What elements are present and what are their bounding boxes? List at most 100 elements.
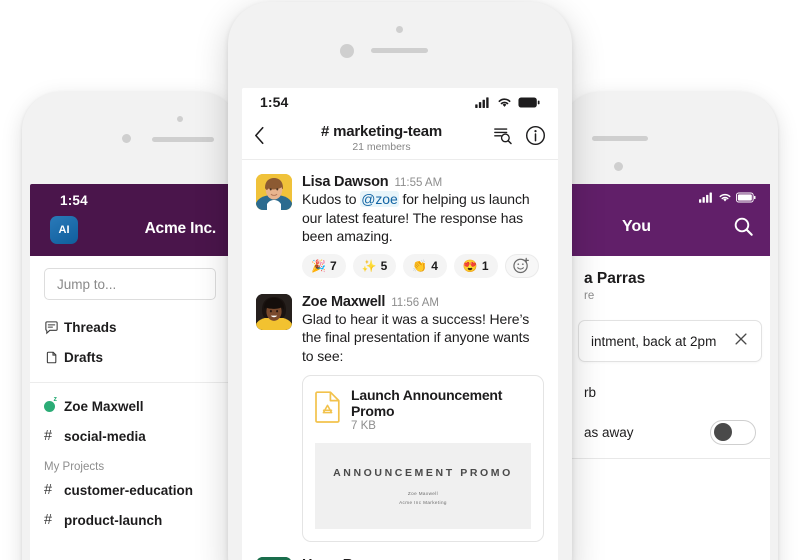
reaction-emoji: 🎉 xyxy=(311,258,326,273)
status-field[interactable]: intment, back at 2pm xyxy=(578,320,762,362)
file-header: Launch Announcement Promo 7 KB xyxy=(315,387,531,432)
message-author[interactable]: Harry Boone xyxy=(302,557,387,560)
earpiece-speaker xyxy=(371,48,428,53)
reaction-chip[interactable]: 🎉 7 xyxy=(302,253,346,278)
battery-icon xyxy=(736,192,756,203)
sidebar-item-label: product-launch xyxy=(64,512,163,528)
left-status-time: 1:54 xyxy=(60,193,88,208)
sidebar-item-social-media[interactable]: # social-media xyxy=(30,421,230,451)
add-reaction-icon[interactable] xyxy=(504,253,539,278)
center-phone-screen: 1:54 # marketing-team 21 members Lisa Da… xyxy=(242,88,558,560)
search-icon[interactable] xyxy=(733,216,754,242)
channel-member-count: 21 members xyxy=(352,140,411,153)
earpiece-speaker xyxy=(152,137,214,142)
avatar[interactable] xyxy=(256,293,292,330)
avatar[interactable] xyxy=(256,556,292,560)
wifi-icon xyxy=(498,97,511,107)
status-text: intment, back at 2pm xyxy=(591,333,717,349)
message-text-before: Kudos to xyxy=(302,191,361,207)
message-item: Lisa Dawson 11:55 AM Kudos to @zoe for h… xyxy=(242,170,558,280)
sidebar-item-drafts[interactable]: Drafts xyxy=(30,342,230,372)
message-text: Glad to hear it was a success! Here’s th… xyxy=(302,310,530,365)
wifi-icon xyxy=(719,193,731,202)
you-row-away-toggle[interactable]: as away xyxy=(570,412,770,452)
threads-icon xyxy=(44,320,64,335)
channel-actions xyxy=(487,125,546,151)
file-preview[interactable]: ANNOUNCEMENT PROMO Zoe Maxwell Acme Inc … xyxy=(315,442,531,529)
left-phone-screen: 1:54 AI Acme Inc. Jump to... Threads Dra… xyxy=(30,184,230,560)
file-meta: Launch Announcement Promo 7 KB xyxy=(351,387,531,432)
preview-org: Acme Inc Marketing xyxy=(399,499,447,505)
message-author[interactable]: Zoe Maxwell xyxy=(302,294,385,310)
workspace-name[interactable]: Acme Inc. xyxy=(145,220,217,238)
message-author[interactable]: Lisa Dawson xyxy=(302,174,389,190)
reaction-chip[interactable]: 👏 4 xyxy=(403,253,447,278)
sidebar-item-zoe-maxwell[interactable]: Zoe Maxwell xyxy=(30,391,230,421)
hash-icon: # xyxy=(44,482,53,498)
sidebar-group-header[interactable]: My Projects xyxy=(30,451,230,475)
you-row-label: rb xyxy=(584,384,597,400)
earpiece-speaker xyxy=(592,136,648,141)
sidebar-item-label: social-media xyxy=(64,428,146,444)
battery-icon xyxy=(518,96,540,108)
right-status-icons xyxy=(699,192,756,203)
search-input[interactable]: Jump to... xyxy=(44,268,216,300)
message-body: Harry Boone 12:32 PM Excited to talk nex… xyxy=(302,557,544,560)
sidebar-item-customer-education[interactable]: # customer-education xyxy=(30,475,230,505)
avatar[interactable] xyxy=(256,174,292,210)
user-mention[interactable]: @zoe xyxy=(360,191,399,207)
slides-file-icon xyxy=(315,391,341,428)
message-list: Lisa Dawson 11:55 AM Kudos to @zoe for h… xyxy=(242,160,558,560)
message-body: Zoe Maxwell 11:56 AM Glad to hear it was… xyxy=(302,294,544,542)
screenshot-stage: 1:54 AI Acme Inc. Jump to... Threads Dra… xyxy=(0,0,800,560)
message-item: Zoe Maxwell 11:56 AM Glad to hear it was… xyxy=(242,290,558,544)
you-row-label: as away xyxy=(584,424,634,440)
presence-away-icon xyxy=(44,396,64,412)
reaction-count: 4 xyxy=(431,258,438,273)
message-header: Zoe Maxwell 11:56 AM xyxy=(302,294,544,310)
channel-name: # marketing-team xyxy=(320,122,442,140)
message-body: Lisa Dawson 11:55 AM Kudos to @zoe for h… xyxy=(302,174,544,278)
sidebar-item-label: Drafts xyxy=(64,349,104,365)
sidebar-item-threads[interactable]: Threads xyxy=(30,312,230,342)
sidebar-header: 1:54 AI Acme Inc. xyxy=(30,184,230,256)
channel-title-block[interactable]: # marketing-team 21 members xyxy=(276,123,487,153)
profile-name: a Parras xyxy=(584,270,646,287)
sidebar-item-label: Threads xyxy=(64,319,117,335)
proximity-sensor-dot xyxy=(396,26,403,33)
reaction-chip[interactable]: 😍 1 xyxy=(453,253,498,278)
reaction-emoji: ✨ xyxy=(361,258,377,273)
cellular-icon xyxy=(699,192,712,203)
right-phone-frame: You a Parras re intment, back at 2pm rb … xyxy=(562,92,778,560)
sidebar-item-label: Zoe Maxwell xyxy=(64,398,144,414)
away-toggle[interactable] xyxy=(710,419,756,445)
file-name[interactable]: Launch Announcement Promo xyxy=(351,387,531,419)
workspace-ai-badge[interactable]: AI xyxy=(50,216,78,244)
reaction-bar: 🎉 7 ✨ 5 👏 4 😍 1 xyxy=(302,253,544,278)
reaction-chip[interactable]: ✨ 5 xyxy=(352,253,397,278)
reaction-count: 1 xyxy=(481,258,489,273)
toggle-knob xyxy=(714,423,732,441)
file-attachment-card[interactable]: Launch Announcement Promo 7 KB ANNOUNCEM… xyxy=(302,374,544,542)
right-phone-screen: You a Parras re intment, back at 2pm rb … xyxy=(570,184,770,560)
message-header: Lisa Dawson 11:55 AM xyxy=(302,174,544,190)
message-timestamp: 11:55 AM xyxy=(394,177,443,189)
center-phone-frame: 1:54 # marketing-team 21 members Lisa Da… xyxy=(228,2,572,560)
left-phone-frame: 1:54 AI Acme Inc. Jump to... Threads Dra… xyxy=(22,92,238,560)
hash-icon: # xyxy=(44,512,53,528)
search-placeholder-text: Jump to... xyxy=(57,276,117,292)
sidebar-nav-section: Threads Drafts xyxy=(30,310,230,383)
message-item: Harry Boone 12:32 PM Excited to talk nex… xyxy=(242,553,558,560)
message-text: Kudos to @zoe for helping us launch our … xyxy=(302,190,544,246)
clear-status-icon[interactable] xyxy=(733,331,749,352)
divider xyxy=(570,458,770,459)
channel-info-icon[interactable] xyxy=(525,125,546,151)
sidebar-item-label: customer-education xyxy=(64,482,194,498)
you-row-disturb[interactable]: rb xyxy=(570,372,770,412)
reaction-emoji: 😍 xyxy=(462,258,478,273)
sidebar-item-product-launch[interactable]: # product-launch xyxy=(30,505,230,535)
front-camera-dot xyxy=(122,134,131,143)
reaction-count: 7 xyxy=(329,258,337,273)
back-chevron-icon[interactable] xyxy=(254,126,276,149)
search-in-channel-icon[interactable] xyxy=(493,125,513,150)
